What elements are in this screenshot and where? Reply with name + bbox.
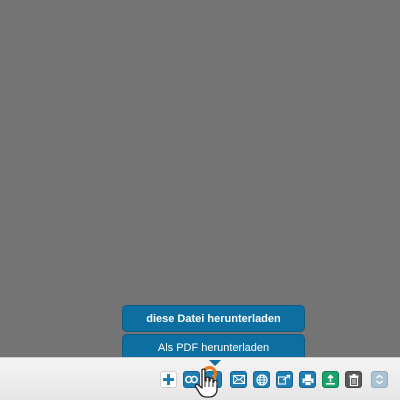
upload-icon: [326, 374, 335, 385]
chevron-updown-icon: [376, 374, 383, 385]
share-button[interactable]: [276, 371, 293, 388]
expand-button[interactable]: [371, 371, 388, 388]
add-button[interactable]: [160, 371, 177, 388]
print-button[interactable]: [299, 371, 316, 388]
envelope-icon: [232, 375, 245, 384]
hand-pointer-cursor-icon: [194, 368, 218, 398]
globe-icon: [255, 373, 268, 386]
delete-button[interactable]: [345, 371, 362, 388]
upload-button[interactable]: [322, 371, 339, 388]
printer-icon: [302, 374, 313, 386]
plus-icon: [163, 374, 174, 385]
document-viewer-area: [0, 0, 400, 357]
download-file-menu-item[interactable]: diese Datei herunterladen: [122, 305, 305, 332]
share-icon: [278, 374, 291, 385]
menu-pointer-arrow: [209, 360, 221, 366]
web-button[interactable]: [253, 371, 270, 388]
download-menu: diese Datei herunterladen Als PDF herunt…: [122, 305, 305, 362]
email-button[interactable]: [230, 371, 247, 388]
trash-icon: [349, 373, 358, 386]
